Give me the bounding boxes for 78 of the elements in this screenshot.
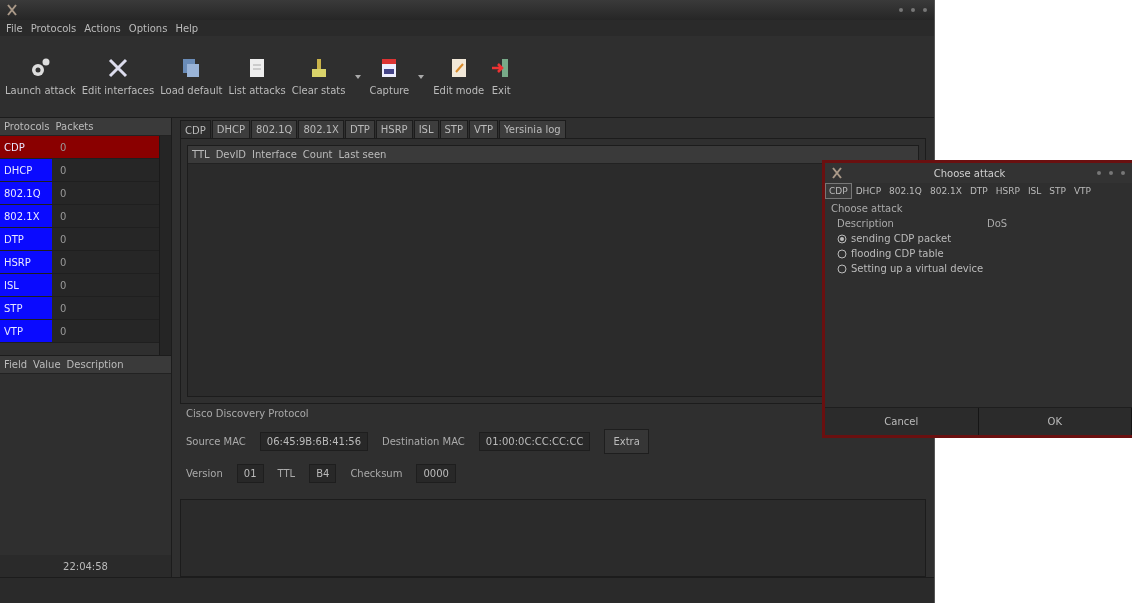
window-controls-icon[interactable] — [1096, 170, 1126, 176]
protocol-tab[interactable]: CDP — [825, 183, 852, 199]
toolbar-button[interactable]: Load default — [157, 53, 226, 100]
app-icon — [6, 4, 18, 16]
gears-icon — [29, 57, 52, 79]
protocol-row[interactable]: HSRP 0 — [0, 251, 159, 274]
protocol-row[interactable]: DHCP 0 — [0, 159, 159, 182]
protocol-row[interactable]: 802.1Q 0 — [0, 182, 159, 205]
radio-button[interactable] — [837, 248, 847, 259]
menu-item[interactable]: Options — [128, 22, 168, 34]
protocol-row[interactable]: STP 0 — [0, 297, 159, 320]
menu-item[interactable]: Actions — [84, 22, 121, 34]
protocol-row[interactable]: ISL 0 — [0, 274, 159, 297]
column-header[interactable]: Count — [302, 149, 333, 160]
menu-item[interactable]: Protocols — [30, 22, 77, 34]
column-header: Description — [837, 218, 895, 229]
input-field[interactable]: 01 — [236, 464, 264, 483]
field-label: Destination MAC — [382, 436, 465, 447]
protocol-tab[interactable]: DHCP — [851, 183, 886, 199]
protocol-tab[interactable]: VTP — [1069, 183, 1096, 199]
column-header[interactable]: Protocols — [4, 121, 50, 132]
dropdown-caret-icon[interactable] — [354, 74, 361, 79]
protocol-tab[interactable]: 802.1X — [925, 183, 966, 199]
field-label: Checksum — [350, 468, 403, 479]
radio-button[interactable] — [837, 233, 847, 244]
input-field[interactable]: 0000 — [416, 464, 456, 483]
protocol-row[interactable]: CDP 0 — [0, 136, 159, 159]
toolbar-button[interactable]: Capture — [366, 53, 413, 100]
field-label: TTL — [277, 468, 296, 479]
input-field[interactable]: 01:00:0C:CC:CC:CC — [478, 432, 591, 451]
toolbar-button[interactable]: Edit mode — [430, 53, 488, 100]
option-label[interactable]: flooding CDP table — [851, 248, 944, 259]
tools-icon — [106, 57, 129, 79]
toolbar-button[interactable]: Exit — [487, 53, 516, 100]
radio-button[interactable] — [837, 263, 847, 274]
column-header: DoS — [987, 218, 1008, 229]
toolbar-button[interactable]: Clear stats — [288, 53, 349, 100]
column-header[interactable]: TTL — [192, 149, 210, 160]
column-header[interactable]: DevID — [215, 149, 247, 160]
protocol-tab[interactable]: DHCP — [211, 120, 250, 139]
protocol-tab[interactable]: DTP — [965, 183, 992, 199]
protocol-tab[interactable]: HSRP — [991, 183, 1024, 199]
protocol-row[interactable]: DTP 0 — [0, 228, 159, 251]
column-header[interactable]: Value — [33, 359, 61, 370]
protocol-tab[interactable]: ISL — [1023, 183, 1046, 199]
protocol-tab[interactable]: STP — [1045, 183, 1070, 199]
input-field[interactable]: B4 — [309, 464, 337, 483]
option-label[interactable]: sending CDP packet — [851, 233, 952, 244]
toolbar-button[interactable]: Launch attack — [2, 53, 79, 100]
section-title: Choose attack — [831, 203, 904, 214]
dialog-button[interactable]: Cancel — [825, 408, 979, 435]
window-controls-icon[interactable] — [898, 7, 928, 13]
protocol-tab[interactable]: Yersinia log — [499, 120, 566, 139]
column-header[interactable]: Interface — [252, 149, 297, 160]
extra-button[interactable]: Extra — [604, 429, 649, 454]
toolbar-button[interactable]: List attacks — [225, 53, 289, 100]
column-header[interactable]: Last seen — [338, 149, 387, 160]
input-field[interactable]: 06:45:9B:6B:41:56 — [259, 432, 368, 451]
clock: 22:04:58 — [0, 555, 171, 577]
protocol-tab[interactable]: CDP — [180, 120, 211, 139]
toolbar-button[interactable]: Edit interfaces — [78, 53, 158, 100]
column-header[interactable]: Field — [4, 359, 28, 370]
field-label: Version — [186, 468, 223, 479]
field-label: Source MAC — [186, 436, 246, 447]
scrollbar[interactable] — [159, 136, 171, 355]
column-header[interactable]: Description — [66, 359, 124, 370]
column-header[interactable]: Packets — [55, 121, 94, 132]
dialog-button[interactable]: OK — [978, 408, 1132, 435]
app-icon — [831, 167, 843, 179]
dropdown-caret-icon[interactable] — [418, 74, 425, 79]
menu-item[interactable]: File — [6, 22, 23, 34]
protocol-row[interactable]: VTP 0 — [0, 320, 159, 343]
section-title: Cisco Discovery Protocol — [186, 408, 310, 419]
dialog-title: Choose attack — [933, 167, 1006, 179]
protocol-row[interactable]: 802.1X 0 — [0, 205, 159, 228]
option-label[interactable]: Setting up a virtual device — [851, 263, 984, 274]
protocol-tab[interactable]: 802.1Q — [885, 183, 926, 199]
menu-item[interactable]: Help — [175, 22, 199, 34]
